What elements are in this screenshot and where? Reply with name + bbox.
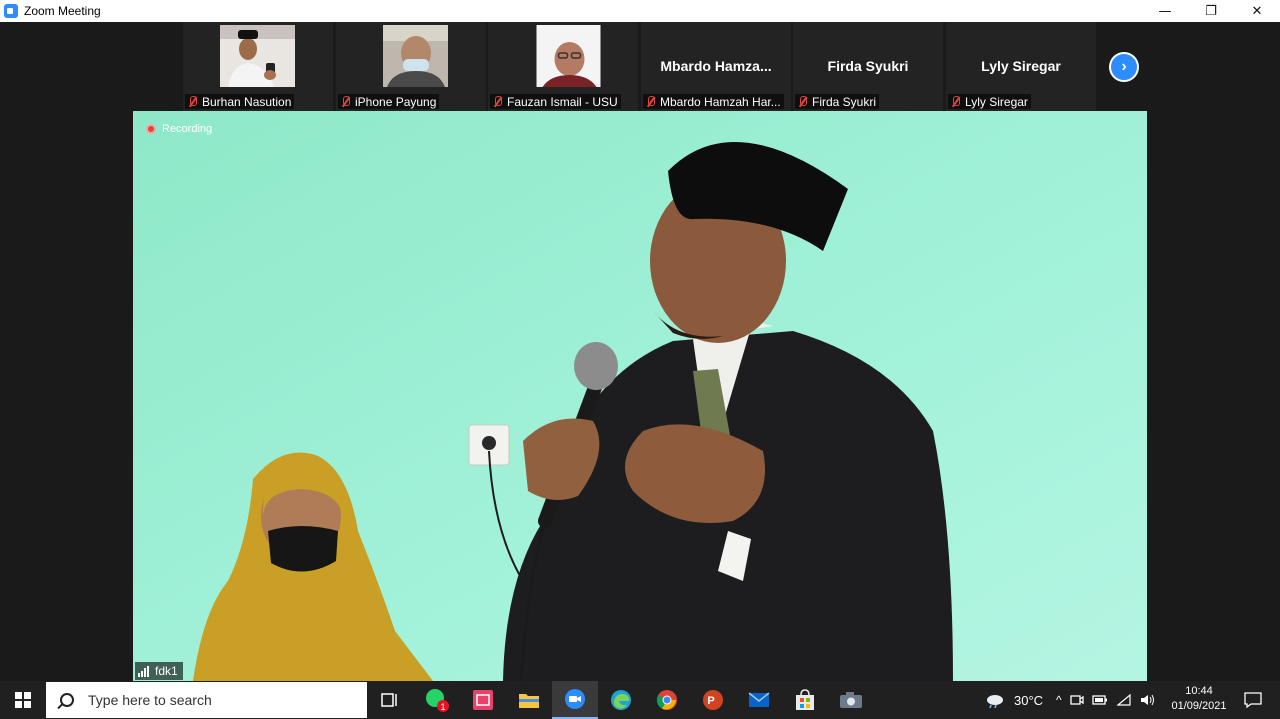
mail-icon <box>748 692 770 707</box>
participant-name: Mbardo Hamzah Har... <box>660 94 781 109</box>
participant-tile[interactable]: Fauzan Ismail - USU <box>488 22 638 111</box>
speaker-volume-icon[interactable] <box>1140 693 1156 707</box>
whatsapp-icon: 1 <box>426 689 449 712</box>
powerpoint-icon: P <box>703 690 723 710</box>
search-placeholder: Type here to search <box>88 692 212 708</box>
muted-mic-icon <box>645 95 657 108</box>
windows-icon <box>14 692 31 708</box>
restore-button[interactable]: ❐ <box>1188 0 1234 22</box>
zoom-icon <box>565 689 585 709</box>
participant-video <box>220 25 295 87</box>
muted-mic-icon <box>492 95 504 108</box>
weather-widget[interactable]: 30°C <box>985 681 1043 719</box>
camera-icon <box>840 692 862 708</box>
notifications-button[interactable] <box>1236 681 1270 719</box>
battery-icon[interactable] <box>1091 694 1108 706</box>
tray-icons: ^ <box>1056 681 1156 719</box>
file-explorer-icon <box>519 694 539 708</box>
participant-tile[interactable]: Burhan Nasution <box>183 22 333 111</box>
participant-label: Firda Syukri <box>795 94 880 109</box>
chrome-icon <box>656 690 677 710</box>
svg-text:P: P <box>707 695 714 707</box>
participant-name: Fauzan Ismail - USU <box>507 94 618 109</box>
participant-label: Lyly Siregar <box>948 94 1031 109</box>
chevron-right-icon: › <box>1121 58 1127 75</box>
speaker-name: fdk1 <box>155 664 178 678</box>
edge-icon <box>611 690 631 710</box>
participant-video <box>536 25 601 87</box>
chrome-button[interactable] <box>644 681 690 719</box>
signal-bars-icon <box>138 665 150 677</box>
task-view-button[interactable] <box>367 681 413 719</box>
zoom-app-icon <box>4 4 18 18</box>
store-icon <box>796 689 814 710</box>
participant-name: Lyly Siregar <box>965 94 1028 109</box>
search-icon <box>60 693 74 707</box>
meet-now-icon[interactable] <box>1069 693 1084 707</box>
store-button[interactable] <box>782 681 828 719</box>
wifi-icon[interactable] <box>1115 693 1132 707</box>
file-explorer-button[interactable] <box>506 681 552 719</box>
taskbar: Type here to search 1 P 30°C ^ 10:44 01/… <box>0 681 1280 719</box>
window-controls: — ❐ ✕ <box>1142 0 1280 22</box>
muted-mic-icon <box>950 95 962 108</box>
powerpoint-button[interactable]: P <box>690 681 736 719</box>
participant-video <box>383 25 448 87</box>
sticky-notes-button[interactable] <box>460 681 506 719</box>
participant-tile[interactable]: iPhone Payung <box>336 22 486 111</box>
participant-label: Burhan Nasution <box>185 94 295 109</box>
participant-label: Fauzan Ismail - USU <box>490 94 621 109</box>
participant-tile[interactable]: Firda Syukri Firda Syukri <box>793 22 943 111</box>
close-button[interactable]: ✕ <box>1234 0 1280 22</box>
participant-display-name: Firda Syukri <box>827 58 909 74</box>
clock-time: 10:44 <box>1185 685 1213 697</box>
title-bar: Zoom Meeting — ❐ ✕ <box>0 0 1280 22</box>
active-speaker-video[interactable]: Recording fdk1 <box>133 111 1147 681</box>
weather-temperature: 30°C <box>1014 692 1044 708</box>
recording-indicator: Recording <box>146 123 212 135</box>
muted-mic-icon <box>340 95 352 108</box>
record-dot-icon <box>146 124 156 134</box>
minimize-button[interactable]: — <box>1142 0 1188 22</box>
participant-label: iPhone Payung <box>338 94 440 109</box>
recording-label: Recording <box>162 123 213 135</box>
zoom-taskbar-button[interactable] <box>552 681 598 719</box>
clock-date: 01/09/2021 <box>1171 700 1227 712</box>
camera-button[interactable] <box>828 681 874 719</box>
participant-strip: Burhan Nasution iPhone Payung Fauzan Ism… <box>0 22 1280 111</box>
participant-tile[interactable]: Lyly Siregar Lyly Siregar <box>946 22 1096 111</box>
taskbar-clock[interactable]: 10:44 01/09/2021 <box>1164 684 1234 714</box>
participant-label: Mbardo Hamzah Har... <box>643 94 784 109</box>
speaker-scene <box>133 111 1147 681</box>
sticky-notes-icon <box>473 690 493 710</box>
taskbar-search[interactable]: Type here to search <box>46 682 367 718</box>
mail-button[interactable] <box>736 681 782 719</box>
speaker-label: fdk1 <box>135 662 183 680</box>
whatsapp-badge: 1 <box>440 702 445 712</box>
start-button[interactable] <box>0 681 45 719</box>
participant-tile[interactable]: Mbardo Hamza... Mbardo Hamzah Har... <box>641 22 791 111</box>
muted-mic-icon <box>187 95 199 108</box>
participant-display-name: Lyly Siregar <box>981 58 1061 74</box>
muted-mic-icon <box>797 95 809 108</box>
edge-button[interactable] <box>598 681 644 719</box>
participant-name: Firda Syukri <box>812 94 877 109</box>
participant-name: iPhone Payung <box>355 94 437 109</box>
show-hidden-icons-chevron-up-icon[interactable]: ^ <box>1056 693 1062 707</box>
whatsapp-button[interactable]: 1 <box>414 681 460 719</box>
participant-name: Burhan Nasution <box>202 94 292 109</box>
task-view-icon <box>381 693 397 707</box>
notification-icon <box>1244 692 1262 708</box>
participant-display-name: Mbardo Hamza... <box>660 58 772 74</box>
window-title: Zoom Meeting <box>24 4 101 18</box>
cloud-rain-icon <box>987 695 1003 708</box>
next-page-button[interactable]: › <box>1109 52 1139 82</box>
